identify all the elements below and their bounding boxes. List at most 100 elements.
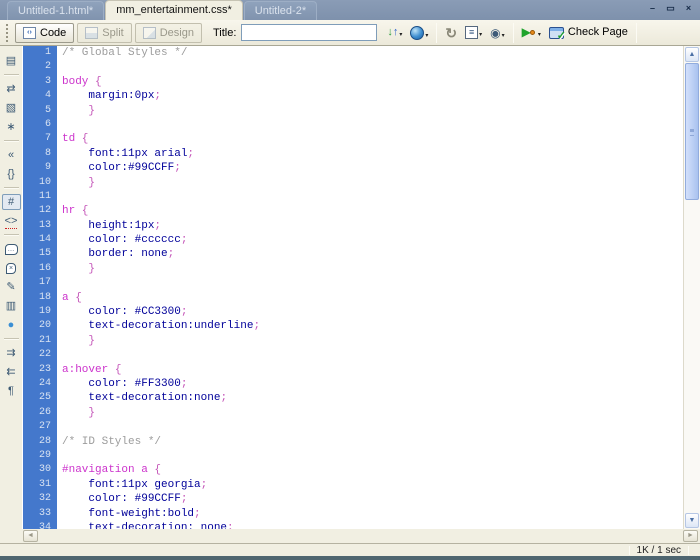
code-line[interactable]: 14 color: #cccccc;	[23, 233, 683, 247]
move-convert-css-icon[interactable]: ●	[2, 317, 21, 333]
code-line[interactable]: 32 color: #99CCFF;	[23, 492, 683, 506]
code-line[interactable]: 25 text-decoration:none;	[23, 391, 683, 405]
outdent-code-icon[interactable]: ⇇	[2, 364, 21, 380]
code-line[interactable]: 18a {	[23, 291, 683, 305]
code-segment: text-decoration:underline	[62, 320, 253, 332]
line-number: 16	[23, 262, 57, 276]
code-line[interactable]: 3body {	[23, 75, 683, 89]
toolbar-separator	[636, 23, 637, 43]
main-area: ▤⇄▧∗«{}#<>…×✎▥●⇉⇇¶ 1/* Global Styles */2…	[0, 46, 700, 529]
code-line[interactable]: 31 font:11px georgia;	[23, 478, 683, 492]
code-segment: height:1px	[62, 220, 154, 232]
chevron-down-icon: ▾	[479, 31, 482, 39]
balance-braces-icon[interactable]: {}	[2, 166, 21, 182]
code-line[interactable]: 16 }	[23, 262, 683, 276]
code-line[interactable]: 21 }	[23, 334, 683, 348]
code-line[interactable]: 11	[23, 190, 683, 204]
preview-in-browser-icon[interactable]: ▾	[406, 24, 432, 42]
document-tab-bar: Untitled-1.html*mm_entertainment.css*Unt…	[0, 0, 700, 20]
vertical-scrollbar[interactable]: ▲ ▼	[683, 46, 700, 529]
recent-snippets-icon[interactable]: ▥	[2, 298, 21, 314]
code-line[interactable]: 23a:hover {	[23, 363, 683, 377]
design-view-button[interactable]: Design	[135, 23, 202, 43]
code-line[interactable]: 8 font:11px arial;	[23, 147, 683, 161]
minimize-button[interactable]: –	[646, 2, 659, 14]
code-line[interactable]: 30#navigation a {	[23, 463, 683, 477]
code-segment: ;	[154, 90, 161, 102]
close-button[interactable]: ×	[682, 2, 695, 14]
remove-comment-icon[interactable]: ×	[2, 260, 21, 276]
window-controls: –▭ ×	[646, 2, 695, 14]
code-line[interactable]: 15 border: none;	[23, 247, 683, 261]
code-segment: }	[62, 263, 95, 275]
split-view-button[interactable]: Split	[77, 23, 131, 43]
code-line[interactable]: 28/* ID Styles */	[23, 435, 683, 449]
code-text: color: #FF3300;	[57, 377, 187, 391]
code-line[interactable]: 1/* Global Styles */	[23, 46, 683, 60]
document-tab[interactable]: Untitled-2*	[244, 1, 317, 20]
validate-markup-icon[interactable]: ▶▾	[518, 24, 545, 41]
line-numbers-icon[interactable]: #	[2, 194, 21, 210]
horizontal-scrollbar[interactable]: ◄ ►	[0, 529, 700, 543]
refresh-design-view-icon[interactable]: ↻	[441, 24, 461, 42]
collapse-full-tag-icon[interactable]: ⇄	[2, 81, 21, 97]
scroll-down-arrow[interactable]: ▼	[685, 513, 699, 528]
code-segment: }	[62, 335, 95, 347]
code-line[interactable]: 29	[23, 449, 683, 463]
view-options-icon[interactable]: ≡▾	[461, 24, 486, 41]
code-line[interactable]: 19 color: #CC3300;	[23, 305, 683, 319]
code-line[interactable]: 7td {	[23, 132, 683, 146]
code-line[interactable]: 2	[23, 60, 683, 74]
open-documents-icon[interactable]: ▤	[2, 53, 21, 69]
expand-all-icon[interactable]: ∗	[2, 119, 21, 135]
code-line[interactable]: 24 color: #FF3300;	[23, 377, 683, 391]
scroll-right-arrow[interactable]: ►	[683, 530, 698, 542]
code-line[interactable]: 10 }	[23, 176, 683, 190]
toolbar-icons: ↓↑▾▾↻≡▾◉▾▶▾✓Check Page	[383, 23, 640, 43]
code-line[interactable]: 33 font-weight:bold;	[23, 507, 683, 521]
code-editor[interactable]: 1/* Global Styles */23body {4 margin:0px…	[23, 46, 683, 529]
code-segment: font:11px georgia	[62, 479, 201, 491]
line-number: 25	[23, 391, 57, 405]
collapse-selection-icon[interactable]: ▧	[2, 100, 21, 116]
code-line[interactable]: 20 text-decoration:underline;	[23, 319, 683, 333]
code-line[interactable]: 9 color:#99CCFF;	[23, 161, 683, 175]
code-segment: ;	[154, 220, 161, 232]
code-line[interactable]: 4 margin:0px;	[23, 89, 683, 103]
document-tab[interactable]: Untitled-1.html*	[7, 1, 104, 20]
line-number: 2	[23, 60, 57, 74]
code-line[interactable]: 13 height:1px;	[23, 219, 683, 233]
code-line[interactable]: 26 }	[23, 406, 683, 420]
code-text: color: #CC3300;	[57, 305, 187, 319]
code-segment: a	[62, 292, 69, 304]
wrap-tag-icon[interactable]: ✎	[2, 279, 21, 295]
apply-comment-icon[interactable]: …	[2, 241, 21, 257]
select-parent-tag-icon[interactable]: «	[2, 147, 21, 163]
vertical-scroll-thumb[interactable]	[685, 63, 699, 200]
remove-comment-icon: ×	[6, 263, 16, 274]
code-line[interactable]: 17	[23, 276, 683, 290]
document-tab[interactable]: mm_entertainment.css*	[105, 0, 243, 20]
scroll-left-arrow[interactable]: ◄	[23, 530, 38, 542]
check-page-button[interactable]: ✓Check Page	[545, 24, 632, 41]
file-management-icon[interactable]: ↓↑▾	[383, 24, 406, 41]
code-line[interactable]: 6	[23, 118, 683, 132]
title-input[interactable]	[241, 24, 377, 41]
code-line[interactable]: 27	[23, 420, 683, 434]
code-text: }	[57, 406, 95, 420]
toolbar-grip[interactable]	[6, 24, 9, 42]
code-line[interactable]: 34 text-decoration: none;	[23, 521, 683, 529]
format-source-code-icon[interactable]: ¶	[2, 383, 21, 399]
code-segment: #navigation a	[62, 464, 148, 476]
code-line[interactable]: 22	[23, 348, 683, 362]
code-view-button[interactable]: ‹› Code	[15, 23, 74, 43]
visual-aids-icon[interactable]: ◉▾	[486, 24, 509, 42]
open-documents-icon: ▤	[6, 54, 16, 68]
code-line[interactable]: 5 }	[23, 104, 683, 118]
highlight-invalid-code-icon[interactable]: <>	[2, 213, 21, 229]
restore-button[interactable]: ▭	[664, 2, 677, 14]
code-line[interactable]: 12hr {	[23, 204, 683, 218]
indent-code-icon[interactable]: ⇉	[2, 345, 21, 361]
code-segment: ;	[253, 320, 260, 332]
scroll-up-arrow[interactable]: ▲	[685, 47, 699, 62]
